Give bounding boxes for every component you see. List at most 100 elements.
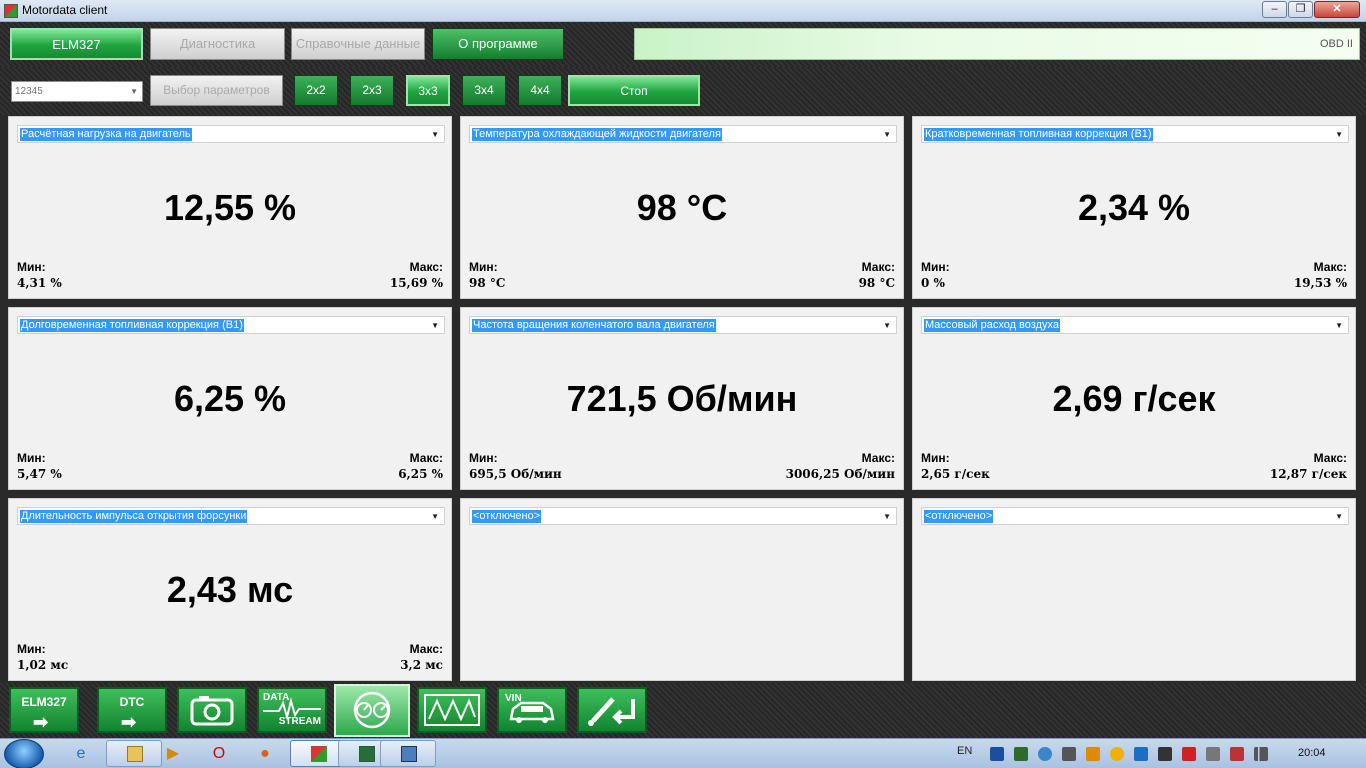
network-icon[interactable]: [1038, 747, 1052, 761]
min-label: Мин:: [921, 260, 950, 274]
gauges-icon: [353, 691, 391, 729]
menu-diagnostics[interactable]: Диагностика: [150, 28, 285, 60]
max-label: Макс:: [1313, 260, 1347, 274]
parameter-name: Длительность импульса открытия форсунки: [20, 510, 248, 523]
opera-icon[interactable]: O: [206, 741, 232, 767]
minimize-button[interactable]: –: [1262, 1, 1287, 18]
arrow-right-icon: ➡: [121, 712, 137, 732]
waveform-icon: [263, 697, 321, 721]
parameter-select[interactable]: Расчётная нагрузка на двигатель ▼: [17, 125, 445, 143]
chevron-down-icon: ▼: [883, 130, 891, 139]
menu-elm327[interactable]: ELM327: [10, 28, 143, 60]
min-value: 0 %: [921, 276, 945, 290]
chevron-down-icon: ▼: [431, 130, 439, 139]
parameter-select[interactable]: Долговременная топливная коррекция (B1) …: [17, 316, 445, 334]
min-label: Мин:: [921, 451, 950, 465]
parameter-select[interactable]: Кратковременная топливная коррекция (B1)…: [921, 125, 1349, 143]
min-label: Мин:: [17, 451, 46, 465]
max-value: 15,69 %: [389, 276, 443, 290]
min-label: Мин:: [469, 260, 498, 274]
profile-select[interactable]: 12345 ▼: [11, 81, 143, 102]
layout-2x3-button[interactable]: 2x3: [350, 75, 394, 106]
vin-button[interactable]: VIN: [497, 687, 567, 733]
taskbar-explorer[interactable]: [106, 740, 162, 767]
parameter-select[interactable]: <отключено> ▼: [469, 507, 897, 525]
max-value: 6,25 %: [398, 467, 443, 481]
chevron-down-icon: ▼: [883, 321, 891, 330]
min-label: Мин:: [17, 260, 46, 274]
elm327-label: ELM327: [21, 695, 67, 709]
parameter-name: Кратковременная топливная коррекция (B1): [924, 128, 1153, 141]
stop-button[interactable]: Стоп: [568, 75, 700, 106]
min-value: 1,02 мс: [17, 658, 69, 672]
update-icon[interactable]: [1086, 747, 1100, 761]
graphs-button[interactable]: [417, 687, 487, 733]
folder-icon: [127, 746, 143, 762]
gauges-button[interactable]: [334, 684, 410, 737]
layout-3x4-button[interactable]: 3x4: [462, 75, 506, 106]
parameter-name: <отключено>: [472, 510, 542, 523]
main-menu: ELM327 Диагностика Справочные данные О п…: [0, 22, 1366, 67]
battery-icon[interactable]: [1206, 747, 1220, 761]
max-value: 3,2 мс: [400, 658, 443, 672]
select-parameters-button[interactable]: Выбор параметров: [150, 75, 283, 106]
bluetooth-icon[interactable]: [990, 747, 1004, 761]
layout-3x3-button[interactable]: 3x3: [406, 75, 450, 106]
min-value: 4,31 %: [17, 276, 62, 290]
tray-app-icon[interactable]: [1014, 747, 1028, 761]
firefox-icon[interactable]: ●: [252, 741, 278, 767]
parameter-name: <отключено>: [924, 510, 994, 523]
dtc-label: DTC: [119, 695, 145, 709]
taskbar-app-3[interactable]: [380, 740, 436, 767]
clock[interactable]: 20:04: [1298, 747, 1326, 759]
protocol-label: OBD II: [1319, 38, 1353, 50]
max-label: Макс:: [409, 451, 443, 465]
parameter-select[interactable]: Длительность импульса открытия форсунки …: [17, 507, 445, 525]
language-indicator[interactable]: EN: [957, 745, 972, 757]
arrow-right-icon: ➡: [33, 712, 49, 732]
layout-4x4-button[interactable]: 4x4: [518, 75, 562, 106]
injector-test-button[interactable]: [577, 687, 647, 733]
volume-muted-icon[interactable]: [1230, 747, 1244, 761]
min-label: Мин:: [469, 451, 498, 465]
min-value: 695,5 Об/мин: [469, 467, 562, 481]
layout-2x2-button[interactable]: 2x2: [294, 75, 338, 106]
menu-about[interactable]: О программе: [432, 28, 564, 60]
menu-reference-data[interactable]: Справочные данные: [291, 28, 425, 60]
os-taskbar: e ▶ O ● EN 20:04: [0, 738, 1366, 768]
chevron-down-icon: ▼: [130, 87, 138, 96]
signal-icon[interactable]: [1254, 747, 1268, 761]
display-icon[interactable]: [1134, 747, 1148, 761]
close-button[interactable]: ✕: [1314, 1, 1360, 18]
max-value: 98 °C: [858, 276, 895, 290]
parameter-select[interactable]: <отключено> ▼: [921, 507, 1349, 525]
media-player-icon[interactable]: ▶: [160, 741, 186, 767]
usb-icon[interactable]: [1062, 747, 1076, 761]
security-icon[interactable]: [1110, 747, 1124, 761]
device-icon[interactable]: [1158, 747, 1172, 761]
current-value: 6,25 %: [173, 378, 287, 419]
title-bar: Motordata client – ❐ ✕: [0, 0, 1366, 22]
maximize-button[interactable]: ❐: [1288, 1, 1313, 18]
parameter-select[interactable]: Массовый расход воздуха ▼: [921, 316, 1349, 334]
monitor-icon: [359, 746, 375, 762]
dtc-button[interactable]: DTC ➡: [97, 687, 167, 733]
max-label: Макс:: [861, 451, 895, 465]
mode-icon-bar: ELM327 ➡ DTC ➡ DATA STREAM VIN: [0, 683, 1366, 738]
parameter-select[interactable]: Частота вращения коленчатого вала двигат…: [469, 316, 897, 334]
gauge-panel: Частота вращения коленчатого вала двигат…: [460, 307, 904, 490]
action-center-icon[interactable]: [1182, 747, 1196, 761]
data-stream-button[interactable]: DATA STREAM: [257, 687, 327, 733]
internet-explorer-icon[interactable]: e: [68, 741, 94, 767]
graph-icon: [424, 694, 480, 726]
start-button[interactable]: [4, 739, 44, 768]
parameter-select[interactable]: Температура охлаждающей жидкости двигате…: [469, 125, 897, 143]
toolbar: 12345 ▼ Выбор параметров 2x2 2x3 3x3 3x4…: [0, 67, 1366, 115]
freeze-frame-button[interactable]: [177, 687, 247, 733]
elm327-connect-button[interactable]: ELM327 ➡: [9, 687, 79, 733]
chevron-down-icon: ▼: [431, 512, 439, 521]
min-label: Мин:: [17, 642, 46, 656]
chevron-down-icon: ▼: [1335, 512, 1343, 521]
gauge-panel-disabled: <отключено> ▼: [460, 498, 904, 681]
min-value: 98 °C: [469, 276, 506, 290]
